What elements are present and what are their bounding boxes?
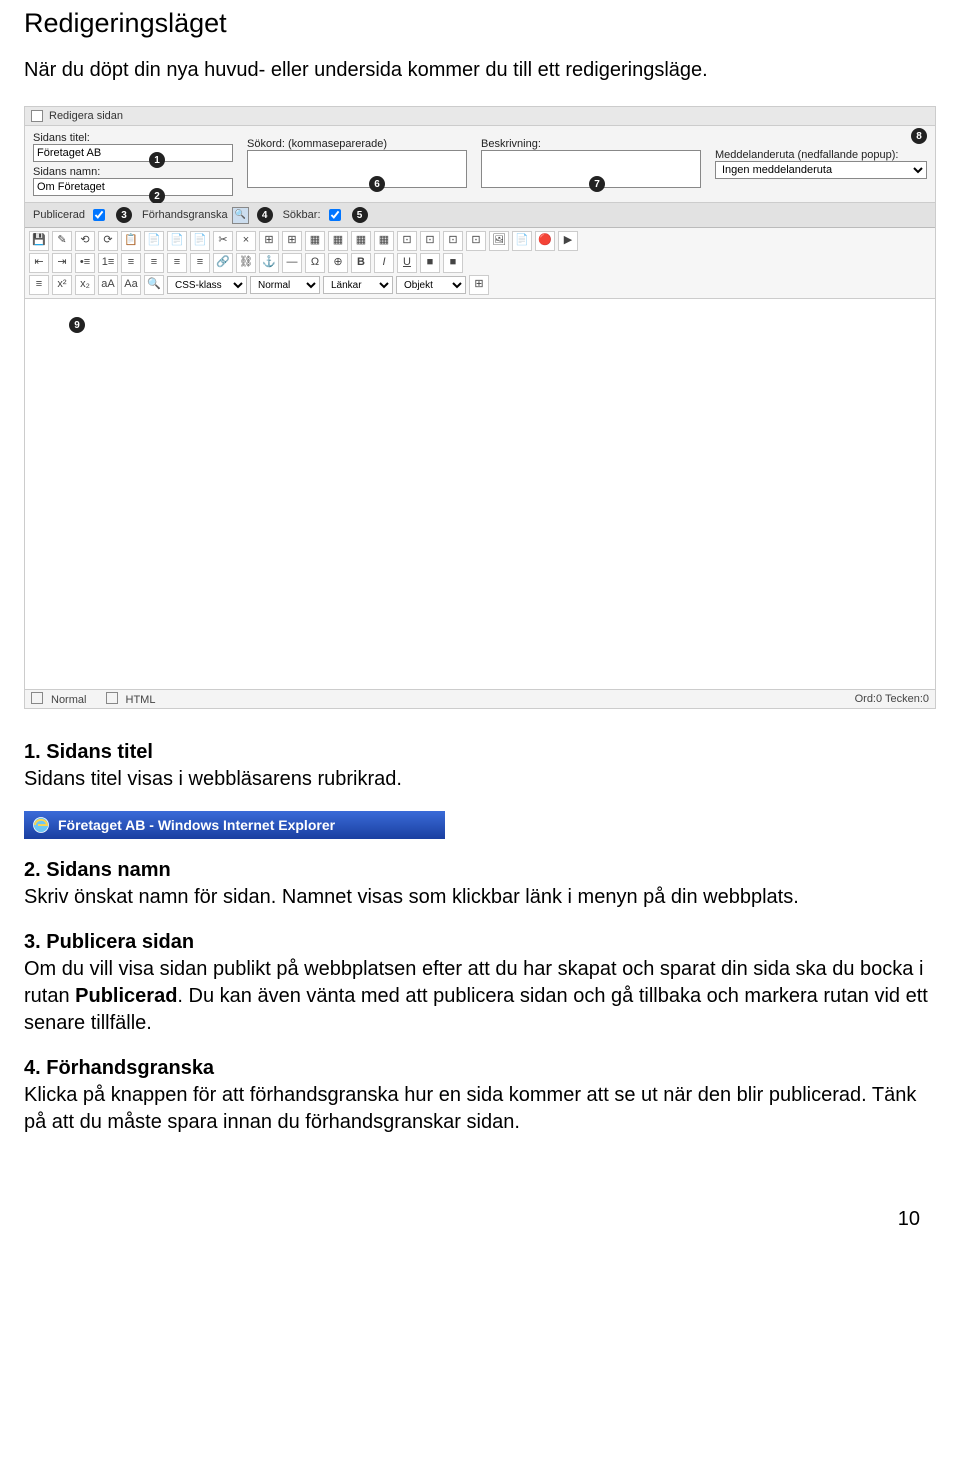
label-forhandsgranska: Förhandsgranska (142, 209, 228, 221)
links-select[interactable]: Länkar (323, 276, 393, 294)
checkbox-sokbar[interactable] (329, 209, 341, 221)
tool-icon[interactable]: ⇥ (52, 253, 72, 273)
tool-icon[interactable]: × (236, 231, 256, 251)
editor-screenshot: Redigera sidan Sidans titel: Sidans namn… (24, 106, 936, 709)
page-number: 10 (0, 1178, 960, 1251)
underline-icon[interactable]: U (397, 253, 417, 273)
align-right-icon[interactable]: ≡ (167, 253, 187, 273)
label-publicerad: Publicerad (33, 209, 85, 221)
bold-icon[interactable]: B (351, 253, 371, 273)
save-icon[interactable]: 💾 (29, 231, 49, 251)
subscript-icon[interactable]: x₂ (75, 275, 95, 295)
label-beskrivning: Beskrivning: (481, 138, 701, 150)
expand-icon (31, 110, 43, 122)
object-select[interactable]: Objekt (396, 276, 466, 294)
editor-toolbar: 💾 ✎ ⟲ ⟳ 📋 📄 📄 📄 ✂ × ⊞ ⊞ ▦ ▦ ▦ ▦ ⊡ (25, 228, 935, 299)
paste-icon[interactable]: 📄 (144, 231, 164, 251)
tool-icon[interactable]: ≡ (29, 275, 49, 295)
panel-title: Redigera sidan (49, 110, 123, 122)
tool-icon[interactable]: 📄 (190, 231, 210, 251)
section-1: 1. Sidans titel Sidans titel visas i web… (24, 739, 936, 793)
css-class-select[interactable]: CSS-klass (167, 276, 247, 294)
input-sidans-namn[interactable] (33, 178, 233, 196)
badge-7: 7 (589, 176, 605, 192)
tool-icon[interactable]: ✎ (52, 231, 72, 251)
ie-title-text: Företaget AB - Windows Internet Explorer (58, 817, 335, 833)
badge-8: 8 (911, 128, 927, 144)
tool-icon[interactable]: ⇤ (29, 253, 49, 273)
unlink-icon[interactable]: ⛓ (236, 253, 256, 273)
format-select[interactable]: Normal (250, 276, 320, 294)
bullet-list-icon[interactable]: •≡ (75, 253, 95, 273)
tool-icon[interactable]: ▦ (351, 231, 371, 251)
anchor-icon[interactable]: ⚓ (259, 253, 279, 273)
numbered-list-icon[interactable]: 1≡ (98, 253, 118, 273)
tool-icon[interactable]: ⊡ (443, 231, 463, 251)
tool-icon[interactable]: ⊞ (259, 231, 279, 251)
copy-icon[interactable]: 📋 (121, 231, 141, 251)
italic-icon[interactable]: I (374, 253, 394, 273)
align-center-icon[interactable]: ≡ (144, 253, 164, 273)
intro-text: När du döpt din nya huvud- eller undersi… (24, 57, 936, 84)
tool-icon[interactable]: ⊞ (282, 231, 302, 251)
link-icon[interactable]: 🔗 (213, 253, 233, 273)
tool-icon[interactable]: ⊡ (466, 231, 486, 251)
tool-icon[interactable]: ▦ (374, 231, 394, 251)
hr-icon[interactable]: — (282, 253, 302, 273)
ie-icon (32, 816, 50, 834)
section-2: 2. Sidans namn Skriv önskat namn för sid… (24, 857, 936, 911)
panel-header: Redigera sidan (25, 107, 935, 126)
badge-1: 1 (149, 152, 165, 168)
tool-icon[interactable]: aA (98, 275, 118, 295)
tool-icon[interactable]: ⊕ (328, 253, 348, 273)
badge-4: 4 (257, 207, 273, 223)
tool-icon[interactable]: ⊞ (469, 275, 489, 295)
section-4: 4. Förhandsgranska Klicka på knappen för… (24, 1055, 936, 1136)
align-left-icon[interactable]: ≡ (121, 253, 141, 273)
input-sidans-titel[interactable] (33, 144, 233, 162)
checkbox-publicerad[interactable] (93, 209, 105, 221)
image-icon[interactable]: 🖼 (489, 231, 509, 251)
label-meddelanderuta: Meddelanderuta (nedfallande popup): (715, 149, 927, 161)
tool-icon[interactable]: 📄 (512, 231, 532, 251)
align-justify-icon[interactable]: ≡ (190, 253, 210, 273)
badge-5: 5 (352, 207, 368, 223)
label-sidans-namn: Sidans namn: (33, 166, 233, 178)
section-3: 3. Publicera sidan Om du vill visa sidan… (24, 929, 936, 1037)
ie-titlebar: Företaget AB - Windows Internet Explorer (24, 811, 445, 839)
mode-html[interactable]: HTML (106, 694, 164, 706)
label-sokord: Sökord: (kommaseparerade) (247, 138, 467, 150)
badge-3: 3 (116, 207, 132, 223)
tool-icon[interactable]: 🔍 (144, 275, 164, 295)
omega-icon[interactable]: Ω (305, 253, 325, 273)
tool-icon[interactable]: ▦ (305, 231, 325, 251)
select-meddelanderuta[interactable]: Ingen meddelanderuta (715, 161, 927, 179)
editor-area[interactable]: 9 (25, 299, 935, 689)
tool-icon[interactable]: Aa (121, 275, 141, 295)
tool-icon[interactable]: ⟲ (75, 231, 95, 251)
page-heading: Redigeringsläget (24, 8, 936, 39)
preview-button[interactable]: 🔍 (232, 207, 249, 224)
input-sokord[interactable] (247, 150, 467, 188)
label-sokbar: Sökbar: (283, 209, 321, 221)
tool-icon[interactable]: ■ (443, 253, 463, 273)
editor-statusbar: Normal HTML Ord:0 Tecken:0 (25, 689, 935, 708)
badge-6: 6 (369, 176, 385, 192)
word-count: Ord:0 Tecken:0 (855, 693, 929, 705)
tool-icon[interactable]: 🔴 (535, 231, 555, 251)
tool-icon[interactable]: ⊡ (397, 231, 417, 251)
label-sidans-titel: Sidans titel: (33, 132, 233, 144)
badge-2: 2 (149, 188, 165, 204)
youtube-icon[interactable]: ▶ (558, 231, 578, 251)
badge-9: 9 (69, 317, 85, 333)
tool-icon[interactable]: ⟳ (98, 231, 118, 251)
mode-normal[interactable]: Normal (31, 694, 94, 706)
tool-icon[interactable]: 📄 (167, 231, 187, 251)
tool-icon[interactable]: ▦ (328, 231, 348, 251)
tool-icon[interactable]: ■ (420, 253, 440, 273)
cut-icon[interactable]: ✂ (213, 231, 233, 251)
tool-icon[interactable]: ⊡ (420, 231, 440, 251)
superscript-icon[interactable]: x² (52, 275, 72, 295)
